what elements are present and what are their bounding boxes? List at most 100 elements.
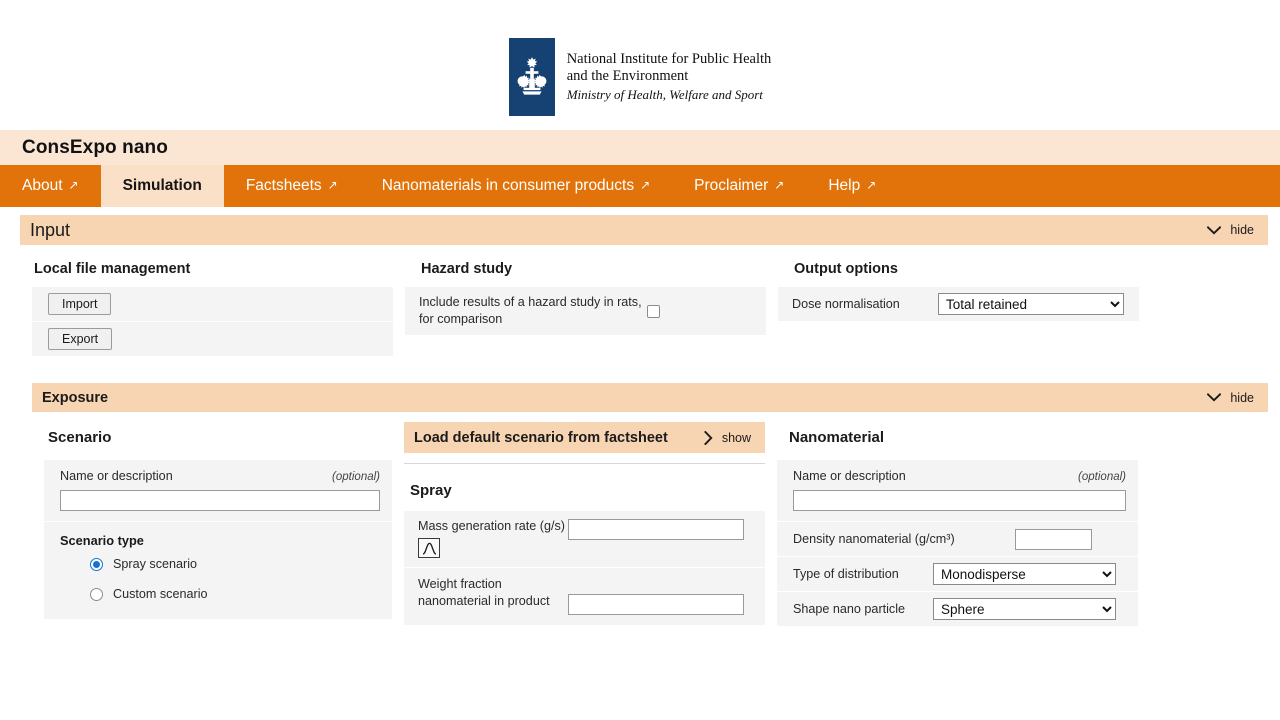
shape-nano-particle-select[interactable]: Sphere xyxy=(933,598,1116,620)
page-title: ConsExpo nano xyxy=(22,136,168,158)
weight-fraction-nanomaterial-input[interactable] xyxy=(568,593,744,615)
nanomaterial-name-optional: (optional) xyxy=(1078,471,1126,483)
weight-fraction-nanomaterial-row: Weight fraction nanomaterial in product xyxy=(404,567,765,625)
local-file-management-heading: Local file management xyxy=(34,261,191,277)
load-default-scenario-show-toggle[interactable]: show xyxy=(703,430,751,445)
logo-wordmark: National Institute for Public Health and… xyxy=(555,38,772,116)
load-default-show-label: show xyxy=(721,430,751,445)
export-row: Export xyxy=(32,322,393,356)
load-default-divider xyxy=(404,453,765,464)
mass-generation-rate-label: Mass generation rate (g/s) xyxy=(418,519,565,533)
nav-label-simulation: Simulation xyxy=(122,177,202,194)
hazard-study-heading: Hazard study xyxy=(421,261,513,277)
dutch-government-crest-icon xyxy=(508,38,555,116)
nanomaterial-name-label: Name or description xyxy=(793,469,906,483)
nav-item-factsheets[interactable]: Factsheets ↗ xyxy=(224,165,360,207)
hazard-study-row: Include results of a hazard study in rat… xyxy=(405,287,766,335)
scenario-type-row: Scenario type Spray scenario Custom scen… xyxy=(44,522,392,619)
input-columns: Local file management Import Export Haza… xyxy=(0,245,1280,357)
input-section-header: Input hide xyxy=(20,215,1268,245)
spray-heading: Spray xyxy=(410,482,452,499)
exposure-section-hide-toggle[interactable]: hide xyxy=(1207,391,1254,405)
radio-spray-scenario-icon[interactable] xyxy=(90,557,103,571)
load-default-scenario-block: Load default scenario from factsheet sho… xyxy=(404,422,765,464)
nav-item-nanomaterials-in-consumer-products[interactable]: Nanomaterials in consumer products ↗ xyxy=(360,165,672,207)
import-row: Import xyxy=(32,287,393,321)
external-link-icon: ↗ xyxy=(640,178,651,192)
load-default-scenario-bar[interactable]: Load default scenario from factsheet sho… xyxy=(404,422,765,453)
nav-label-factsheets: Factsheets xyxy=(245,177,322,194)
nav-label-nanomaterials: Nanomaterials in consumer products xyxy=(381,177,635,194)
rivm-logo: National Institute for Public Health and… xyxy=(508,38,772,116)
scenario-name-optional: (optional) xyxy=(332,471,380,483)
radio-spray-scenario-label: Spray scenario xyxy=(113,557,197,571)
dose-normalisation-select[interactable]: Total retained xyxy=(938,293,1124,315)
type-of-distribution-row: Type of distribution Monodisperse xyxy=(777,557,1138,591)
nav-label-about: About xyxy=(22,177,63,194)
exposure-columns: Scenario Name or description (optional) … xyxy=(0,412,1280,627)
output-options-heading: Output options xyxy=(794,261,898,277)
scenario-type-label: Scenario type xyxy=(60,533,144,548)
nanomaterial-column: Nanomaterial Name or description (option… xyxy=(777,412,1150,627)
shape-nano-particle-row: Shape nano particle Sphere xyxy=(777,592,1138,626)
local-file-management-column: Local file management Import Export xyxy=(32,245,405,357)
nav-label-help: Help xyxy=(828,177,861,194)
output-options-column: Output options Dose normalisation Total … xyxy=(778,245,1151,357)
logo-ministry-line: Ministry of Health, Welfare and Sport xyxy=(566,87,763,102)
page-root: National Institute for Public Health and… xyxy=(0,0,1280,720)
hazard-study-label: Include results of a hazard study in rat… xyxy=(419,295,642,326)
nav-item-help[interactable]: Help ↗ xyxy=(806,165,898,207)
chevron-down-icon xyxy=(1207,393,1222,402)
nanomaterial-name-input[interactable] xyxy=(793,490,1126,511)
scenario-name-label: Name or description xyxy=(60,469,173,483)
nav-item-simulation[interactable]: Simulation xyxy=(100,165,224,207)
density-nanomaterial-label: Density nanomaterial (g/cm³) xyxy=(793,531,955,546)
chevron-right-icon xyxy=(703,430,713,445)
hazard-study-column: Hazard study Include results of a hazard… xyxy=(405,245,778,357)
page-body: Input hide Local file management Import xyxy=(0,215,1280,627)
export-button[interactable]: Export xyxy=(48,328,113,350)
nav-item-about[interactable]: About ↗ xyxy=(0,165,101,207)
exposure-section: Exposure hide Scenario Name or descripti… xyxy=(0,383,1280,627)
radio-custom-scenario-icon[interactable] xyxy=(90,587,103,601)
input-hide-label: hide xyxy=(1230,223,1254,237)
logo-line-1: National Institute for Public Health xyxy=(566,51,772,67)
external-link-icon: ↗ xyxy=(68,178,79,192)
radio-custom-scenario-label: Custom scenario xyxy=(113,587,208,601)
dose-normalisation-row: Dose normalisation Total retained xyxy=(778,287,1139,321)
type-of-distribution-label: Type of distribution xyxy=(793,566,899,581)
mass-generation-rate-input[interactable] xyxy=(568,519,744,540)
type-of-distribution-select[interactable]: Monodisperse xyxy=(933,563,1116,585)
import-button[interactable]: Import xyxy=(48,293,112,315)
viewport-fold-mask xyxy=(0,637,1280,720)
weight-fraction-nanomaterial-label: Weight fraction nanomaterial in product xyxy=(418,576,550,608)
shape-nano-particle-label: Shape nano particle xyxy=(793,601,906,616)
nanomaterial-heading: Nanomaterial xyxy=(789,429,885,446)
chevron-down-icon xyxy=(1207,225,1222,235)
density-nanomaterial-row: Density nanomaterial (g/cm³) xyxy=(777,522,1138,556)
dose-normalisation-label: Dose normalisation xyxy=(792,296,900,311)
site-logo-header: National Institute for Public Health and… xyxy=(0,0,1280,130)
exposure-hide-label: hide xyxy=(1230,390,1254,405)
nav-label-proclaimer: Proclaimer xyxy=(694,177,769,194)
scenario-name-row: Name or description (optional) xyxy=(44,460,392,521)
nav-item-proclaimer[interactable]: Proclaimer ↗ xyxy=(672,165,806,207)
nanomaterial-name-row: Name or description (optional) xyxy=(777,460,1138,521)
input-section-hide-toggle[interactable]: hide xyxy=(1207,223,1254,237)
scenario-column: Scenario Name or description (optional) … xyxy=(44,412,404,627)
hazard-study-checkbox[interactable] xyxy=(647,304,660,318)
scenario-heading: Scenario xyxy=(48,429,112,446)
mass-generation-rate-distribution-icon[interactable] xyxy=(418,538,440,558)
density-nanomaterial-input[interactable] xyxy=(1015,528,1092,550)
scenario-option-spray[interactable]: Spray scenario xyxy=(60,549,380,579)
exposure-section-title: Exposure xyxy=(42,389,109,406)
input-section: Input hide Local file management Import xyxy=(0,215,1280,357)
bell-curve-icon xyxy=(422,542,436,555)
external-link-icon: ↗ xyxy=(774,178,785,192)
scenario-option-custom[interactable]: Custom scenario xyxy=(60,579,380,613)
scenario-name-input[interactable] xyxy=(60,490,380,511)
app-title-bar: ConsExpo nano xyxy=(0,130,1280,165)
logo-line-2: and the Environment xyxy=(566,67,689,84)
load-default-scenario-title: Load default scenario from factsheet xyxy=(414,429,668,446)
spray-column: Load default scenario from factsheet sho… xyxy=(404,412,777,627)
